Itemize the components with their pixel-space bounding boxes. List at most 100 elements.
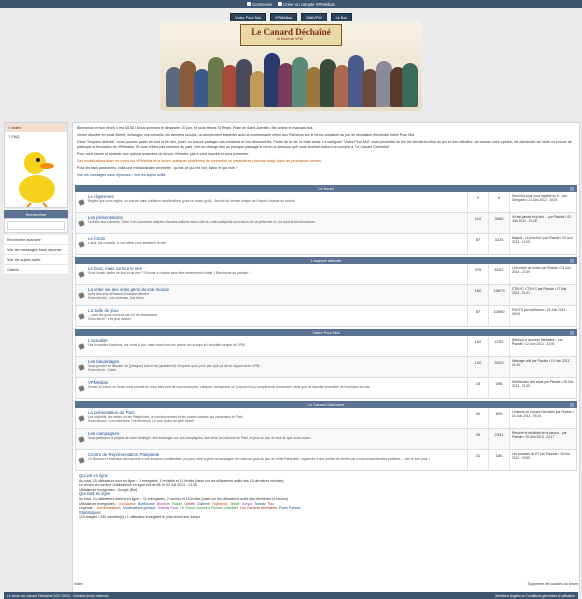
forum-icon bbox=[76, 285, 86, 305]
last-post[interactable]: [Media] La nouveau Mediatise... par Plac… bbox=[509, 336, 576, 356]
forum-row[interactable]: Les présentations La frenc aux Canards, … bbox=[75, 213, 577, 234]
online-user-link[interactable]: Yagblondy bbox=[212, 502, 228, 506]
posts-count: 4782 bbox=[488, 336, 509, 356]
collapse-toggle-icon[interactable] bbox=[570, 186, 574, 191]
posts-count: 10690 bbox=[488, 306, 509, 326]
riddle-text: Pour les fans pardonnez, voilà une extra… bbox=[77, 166, 238, 170]
forum-row[interactable]: Le règlement Règles que vous réglez, ou … bbox=[75, 192, 577, 213]
notice-text: Des modifications étant en cours sur VPM… bbox=[77, 159, 322, 163]
forum-row[interactable]: Centre de Représentation Patépiède Ce Bu… bbox=[75, 450, 577, 471]
stats-text: 120 images • 260 membre(s) • L'utilisate… bbox=[79, 515, 201, 520]
legend-item[interactable]: Grands Fous bbox=[158, 506, 178, 510]
forum-sections: Le forum Le règlement Règles que vous ré… bbox=[73, 185, 579, 471]
search-heading: Rechercher bbox=[4, 210, 68, 218]
forum-description: L'avis, les conseils, & vos idées pour a… bbox=[88, 240, 167, 245]
search-input[interactable] bbox=[7, 221, 65, 230]
sidebar-link-advanced-search[interactable]: Recherche avancée bbox=[4, 235, 68, 245]
sidebar-link-unanswered[interactable]: Voir les messages sans réponse bbox=[4, 245, 68, 255]
last-post[interactable]: Modification des séjas par Placide • 05 … bbox=[509, 378, 576, 398]
forum-description: Vous voulez parler de tout et de rien ? … bbox=[88, 270, 250, 275]
collapse-toggle-icon[interactable] bbox=[570, 402, 574, 407]
topics-count: 87 bbox=[467, 306, 488, 326]
legend-item[interactable]: Le Grand Conseil à Plumes Voladdes bbox=[180, 506, 238, 510]
last-post[interactable]: Message wiki par Placide • 19 Juin 2013 … bbox=[509, 357, 576, 377]
last-post[interactable]: Il n'est jamais trop tard ... par Placid… bbox=[509, 213, 576, 233]
forum-row[interactable]: Le forum L'avis, les conseils, & vos idé… bbox=[75, 234, 577, 255]
posts-count: 13673 bbox=[488, 285, 509, 305]
posts-count: 8152 bbox=[488, 264, 509, 284]
online-user-link[interactable]: Jiriwie bbox=[230, 502, 240, 506]
forum-icon bbox=[76, 450, 86, 470]
collapse-toggle-icon[interactable] bbox=[570, 330, 574, 335]
forum-description: La frenc aux Canards, Tarra ! Les nouvea… bbox=[88, 219, 316, 224]
section-header: Votez Pour Moi bbox=[75, 329, 577, 336]
legend-item[interactable]: Modérateurs globaux bbox=[123, 506, 156, 510]
online-user-link[interactable]: Flazze bbox=[172, 502, 182, 506]
subforums[interactable]: Sous-forum : Les jeux dodum bbox=[88, 317, 465, 321]
sidebar-link-active[interactable]: Voir les sujets actifs bbox=[4, 255, 68, 265]
online-user-link[interactable]: Tonelai bbox=[254, 502, 265, 506]
posts-count: 180 bbox=[488, 450, 509, 470]
topics-count: 162 bbox=[467, 336, 488, 356]
forum-row[interactable]: La présentation du Parti Les objectifs, … bbox=[75, 408, 577, 429]
online-user-link[interactable]: Guillene bbox=[197, 502, 210, 506]
posts-count: 6 bbox=[488, 192, 509, 212]
forum-description: Les nouvelles fonctions, les réveil à jo… bbox=[88, 342, 246, 347]
sidebar-nav: ⌂ Index ? FAQ bbox=[4, 122, 68, 208]
section-header: Le Canard Déchaîné bbox=[75, 401, 577, 408]
collapse-toggle-icon[interactable] bbox=[570, 258, 574, 263]
legend-item[interactable]: Les Canards déchainés bbox=[240, 506, 277, 510]
subforums[interactable]: Sous-forums : Les cinémas, Vos livres bbox=[88, 296, 465, 300]
forum-row[interactable]: La vraie vie des vrais gens du vrai mond… bbox=[75, 285, 577, 306]
forum-icon bbox=[76, 306, 86, 326]
topics-count: 30 bbox=[467, 408, 488, 428]
sidebar-link-gallery[interactable]: Galerie bbox=[4, 265, 68, 275]
last-post[interactable]: CTfU+C: CTfU+C par Placide • 17 Mai 2013… bbox=[509, 285, 576, 305]
topics-count: 31 bbox=[467, 450, 488, 470]
login-link[interactable]: Connexion bbox=[247, 2, 272, 7]
last-post[interactable]: Des infos pour vous rapidité du b... par… bbox=[509, 192, 576, 212]
banner[interactable]: Le Canard Déchaîné le forum de VPM bbox=[160, 21, 422, 111]
posts-count: 2331 bbox=[488, 429, 509, 449]
online-user-link[interactable]: Tido bbox=[267, 502, 274, 506]
last-post[interactable]: Les pousses de RT par Paucule • 16 Nov 2… bbox=[509, 450, 576, 470]
footer-legal-link[interactable]: Mentions légales et Conditions générales… bbox=[495, 594, 575, 598]
footer-index-link[interactable]: Index bbox=[74, 582, 83, 586]
posts-count: 3224 bbox=[488, 234, 509, 254]
forum-row[interactable]: Les campagnes Vous participez à propos d… bbox=[75, 429, 577, 450]
forum-row[interactable]: L'actualité Les nouvelles fonctions, les… bbox=[75, 336, 577, 357]
online-user-link[interactable]: Brontum bbox=[157, 502, 170, 506]
forum-icon bbox=[76, 192, 86, 212]
posts-count: 3080 bbox=[488, 213, 509, 233]
intro-paragraph: Dans "l'espace détente", vous pourrez pa… bbox=[77, 140, 572, 149]
forum-description: Règles que vous réglez, ou encore dans d… bbox=[88, 198, 296, 203]
crowd-illustration bbox=[166, 51, 418, 107]
online-user-link[interactable]: Bobflourne bbox=[138, 502, 155, 506]
forum-row[interactable]: VPMédias Suivez à l'essai, ce forum vous… bbox=[75, 378, 577, 399]
last-post[interactable]: PHOTO par bobflourre • 26 Juin 2013 - 09… bbox=[509, 306, 576, 326]
subforums[interactable]: Sous-forum : Carte bbox=[88, 368, 465, 372]
last-post[interactable]: L'histoire du Canard Déchaîné par Placid… bbox=[509, 408, 576, 428]
forum-row[interactable]: La salle de jeux ... pour les gens nerve… bbox=[75, 306, 577, 327]
forum-section: Le Canard Déchaîné La présentation du Pa… bbox=[75, 401, 577, 471]
welcome-text: Bienvenue et bon réveil, il est 08:58 ! … bbox=[73, 123, 579, 183]
register-link[interactable]: Créer un compte VPMédias bbox=[278, 2, 335, 7]
forum-section: Votez Pour Moi L'actualité Les nouvelles… bbox=[75, 329, 577, 399]
duck-mascot-image bbox=[5, 141, 67, 208]
footer-copyright: Le forum du Canard Déchaîné 2007-2013 - … bbox=[7, 593, 109, 598]
last-post[interactable]: La bouche de ricotin par Placide • 23 Ju… bbox=[509, 264, 576, 284]
sidebar-item-faq[interactable]: ? FAQ bbox=[5, 132, 67, 141]
subforums[interactable]: Sous-forums : Les membres, Les élections… bbox=[88, 419, 465, 423]
online-user-link[interactable]: Gnette bbox=[184, 502, 195, 506]
footer-cookies-link[interactable]: Supprimer les cookies du forum bbox=[527, 582, 578, 586]
online-user-link[interactable]: Gousgaroe bbox=[119, 502, 136, 506]
section-header: Le forum bbox=[75, 185, 577, 192]
last-post[interactable]: Résumé et résultats de la campa... par P… bbox=[509, 429, 576, 449]
forum-row[interactable]: Les bavardages Vous pouvez ici discuter … bbox=[75, 357, 577, 378]
online-user-link[interactable]: Jumpo bbox=[242, 502, 253, 506]
last-post[interactable]: Maquis - Le plus fort ! par Placide • 23… bbox=[509, 234, 576, 254]
legend-item[interactable]: Poule Palines bbox=[279, 506, 300, 510]
quick-links[interactable]: Voir les messages sans réponses • Voir l… bbox=[77, 173, 575, 178]
forum-row[interactable]: Le bout, mais surtout le rien Vous voule… bbox=[75, 264, 577, 285]
sidebar-item-index[interactable]: ⌂ Index bbox=[5, 123, 67, 132]
